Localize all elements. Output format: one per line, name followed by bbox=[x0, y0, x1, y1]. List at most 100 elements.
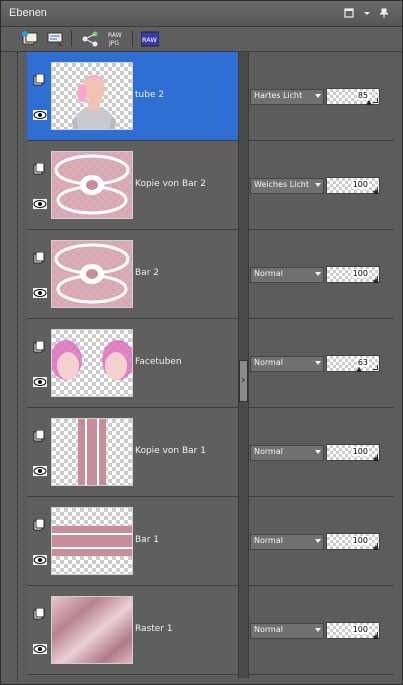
opacity-slider[interactable]: 85 bbox=[326, 88, 380, 105]
svg-text:RAW: RAW bbox=[108, 32, 122, 39]
layer-group-icon[interactable] bbox=[33, 162, 45, 175]
maximize-icon[interactable] bbox=[343, 7, 355, 19]
raw-icon[interactable]: RAW bbox=[140, 30, 160, 48]
right-margin bbox=[394, 52, 402, 678]
chevron-down-icon bbox=[315, 628, 321, 632]
blend-mode-select[interactable]: Normal bbox=[250, 445, 324, 461]
blend-mode-value: Normal bbox=[254, 536, 283, 545]
layer-name[interactable]: Kopie von Bar 2 bbox=[135, 179, 206, 189]
resize-corner bbox=[373, 365, 378, 370]
opacity-value: 100 bbox=[351, 269, 369, 278]
layer-thumbnail[interactable] bbox=[51, 507, 133, 575]
layer-property-row-6: Normal 100 bbox=[248, 586, 394, 675]
panel-title: Ebenen bbox=[9, 7, 47, 19]
layer-row-2[interactable]: Bar 2 bbox=[27, 230, 238, 319]
layer-name[interactable]: Bar 2 bbox=[135, 268, 159, 278]
layer-row-6[interactable]: Raster 1 bbox=[27, 586, 238, 675]
pin-icon[interactable] bbox=[378, 7, 390, 19]
layer-thumbnail[interactable] bbox=[51, 240, 133, 308]
layer-row-5[interactable]: Bar 1 bbox=[27, 497, 238, 586]
layer-name[interactable]: Kopie von Bar 1 bbox=[135, 446, 206, 456]
layer-name[interactable]: Facetuben bbox=[135, 357, 182, 367]
layer-thumbnail[interactable] bbox=[51, 329, 133, 397]
layer-row-1[interactable]: Kopie von Bar 2 bbox=[27, 141, 238, 230]
layer-group-icon[interactable] bbox=[33, 607, 45, 620]
blend-mode-select[interactable]: Normal bbox=[250, 356, 324, 372]
chevron-down-icon bbox=[315, 272, 321, 276]
layer-name[interactable]: tube 2 bbox=[135, 90, 164, 100]
opacity-value: 100 bbox=[351, 180, 369, 189]
opacity-slider[interactable]: 100 bbox=[326, 266, 380, 283]
layer-group-icon[interactable] bbox=[33, 518, 45, 531]
blend-mode-value: Normal bbox=[254, 269, 283, 278]
tree-line bbox=[17, 52, 18, 682]
share-icon[interactable] bbox=[81, 30, 99, 48]
panel-titlebar: Ebenen bbox=[1, 1, 402, 27]
chevron-down-icon bbox=[315, 361, 321, 365]
resize-corner bbox=[373, 454, 378, 459]
opacity-value: 100 bbox=[351, 625, 369, 634]
layer-group-icon[interactable] bbox=[33, 73, 45, 86]
layer-thumbnail[interactable] bbox=[51, 151, 133, 219]
opacity-marker[interactable] bbox=[366, 100, 372, 105]
opacity-marker[interactable] bbox=[356, 367, 362, 372]
visibility-eye-icon[interactable] bbox=[33, 555, 47, 565]
layer-thumbnail[interactable] bbox=[51, 596, 133, 664]
resize-corner bbox=[373, 276, 378, 281]
dropdown-icon[interactable] bbox=[361, 7, 373, 19]
chevron-down-icon bbox=[315, 183, 321, 187]
opacity-slider[interactable]: 100 bbox=[326, 622, 380, 639]
layers-toolbar: RAW JPG RAW bbox=[1, 27, 402, 52]
blend-mode-value: Normal bbox=[254, 358, 283, 367]
visibility-eye-icon[interactable] bbox=[33, 288, 47, 298]
opacity-slider[interactable]: 100 bbox=[326, 177, 380, 194]
chevron-down-icon bbox=[315, 450, 321, 454]
opacity-slider[interactable]: 63 bbox=[326, 355, 380, 372]
layer-name[interactable]: Bar 1 bbox=[135, 535, 159, 545]
layer-property-row-5: Normal 100 bbox=[248, 497, 394, 586]
layers-panel: Ebenen RAW JPG RAW tube 2 Kopie von Bar … bbox=[0, 0, 403, 685]
svg-text:JPG: JPG bbox=[108, 40, 119, 47]
raw-jpg-icon[interactable]: RAW JPG bbox=[107, 30, 125, 48]
layer-list: tube 2 Kopie von Bar 2 Bar 2 Facetuben K… bbox=[1, 52, 402, 682]
visibility-eye-icon[interactable] bbox=[33, 644, 47, 654]
opacity-slider[interactable]: 100 bbox=[326, 444, 380, 461]
blend-mode-value: Hartes Licht bbox=[254, 91, 303, 100]
resize-corner bbox=[373, 98, 378, 103]
blend-mode-select[interactable]: Normal bbox=[250, 534, 324, 550]
blend-mode-select[interactable]: Weiches Licht bbox=[250, 178, 324, 194]
opacity-value: 63 bbox=[356, 358, 369, 367]
layer-property-row-3: Normal 63 bbox=[248, 319, 394, 408]
layer-row-0[interactable]: tube 2 bbox=[27, 52, 238, 141]
layer-group-icon[interactable] bbox=[33, 429, 45, 442]
opacity-value: 100 bbox=[351, 536, 369, 545]
toolbar-separator bbox=[132, 31, 133, 47]
blend-mode-select[interactable]: Hartes Licht bbox=[250, 89, 324, 105]
layer-row-3[interactable]: Facetuben bbox=[27, 319, 238, 408]
layer-thumbnail[interactable] bbox=[51, 418, 133, 486]
visibility-eye-icon[interactable] bbox=[33, 377, 47, 387]
svg-text:RAW: RAW bbox=[142, 36, 157, 44]
new-layer-icon[interactable] bbox=[21, 30, 39, 48]
layer-group-icon[interactable] bbox=[33, 340, 45, 353]
chevron-down-icon bbox=[315, 94, 321, 98]
blend-mode-select[interactable]: Normal bbox=[250, 267, 324, 283]
collapse-grip[interactable] bbox=[239, 360, 248, 402]
tree-gutter bbox=[1, 52, 21, 682]
layer-property-row-1: Weiches Licht 100 bbox=[248, 141, 394, 230]
layer-properties-icon[interactable] bbox=[47, 30, 65, 48]
layer-thumbnail[interactable] bbox=[51, 62, 133, 130]
resize-corner bbox=[373, 543, 378, 548]
visibility-eye-icon[interactable] bbox=[33, 466, 47, 476]
opacity-slider[interactable]: 100 bbox=[326, 533, 380, 550]
blend-mode-select[interactable]: Normal bbox=[250, 623, 324, 639]
opacity-value: 100 bbox=[351, 447, 369, 456]
layer-row-4[interactable]: Kopie von Bar 1 bbox=[27, 408, 238, 497]
layer-group-icon[interactable] bbox=[33, 251, 45, 264]
visibility-eye-icon[interactable] bbox=[33, 199, 47, 209]
blend-mode-value: Weiches Licht bbox=[254, 180, 309, 189]
visibility-eye-icon[interactable] bbox=[33, 110, 47, 120]
resize-corner bbox=[373, 632, 378, 637]
blend-mode-value: Normal bbox=[254, 625, 283, 634]
layer-name[interactable]: Raster 1 bbox=[135, 624, 173, 634]
